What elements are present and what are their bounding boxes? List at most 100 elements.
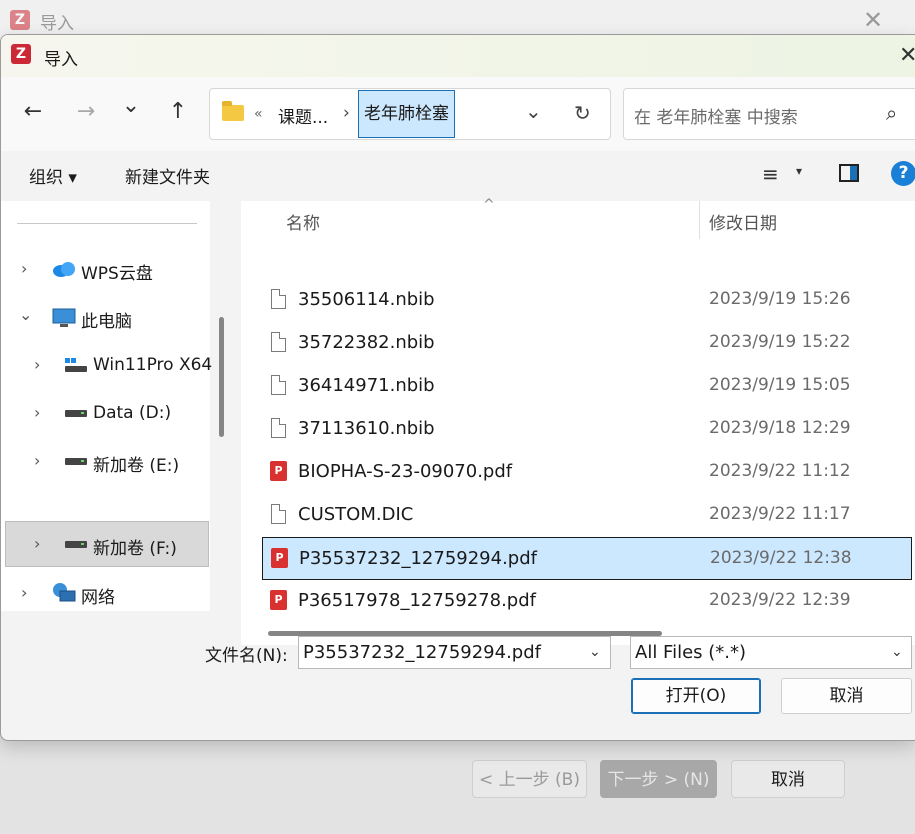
chevron-right-icon[interactable]: › [34, 451, 40, 470]
sort-ascending-icon: ^ [483, 197, 495, 213]
file-type-chevron-icon[interactable]: ⌄ [891, 637, 903, 668]
back-arrow-icon[interactable]: ← [18, 99, 48, 124]
wizard-next-button[interactable]: 下一步 > (N) [600, 760, 717, 798]
help-icon[interactable]: ? [891, 161, 915, 186]
recent-locations-chevron-icon[interactable]: ⌄ [116, 93, 146, 118]
pdf-icon: P [271, 548, 288, 568]
sidebar-item-network[interactable]: › 网络 [1, 571, 210, 617]
drive-icon [65, 458, 87, 465]
background-close-icon[interactable]: ✕ [858, 6, 888, 34]
drive-icon [65, 410, 87, 417]
forward-arrow-icon[interactable]: → [71, 99, 101, 124]
file-name: 35722382.nbib [298, 332, 435, 353]
file-row[interactable]: P BIOPHA-S-23-09070.pdf 2023/9/22 11:12 [241, 451, 915, 494]
zotero-logo-icon: Z [11, 44, 31, 64]
organize-menu-button[interactable]: 组织 ▾ [29, 163, 77, 188]
sidebar-item-label: 新加卷 (F:) [93, 539, 177, 559]
column-header-date-modified[interactable]: 修改日期 [709, 209, 777, 234]
chevron-down-icon[interactable]: ⌄ [19, 305, 32, 324]
nav-divider [17, 223, 197, 224]
address-dropdown-chevron-icon[interactable]: ⌄ [525, 99, 542, 123]
sidebar-item-wps-cloud[interactable]: › WPS云盘 [1, 247, 210, 293]
sidebar-item-label: 网络 [81, 588, 115, 608]
navigation-pane: › WPS云盘 ⌄ 此电脑 › Win11Pro X64 › Data (D:)… [1, 201, 213, 611]
file-list-pane: ^ 名称 修改日期 35506114.nbib 2023/9/19 15:26 … [241, 197, 915, 645]
chevron-right-icon[interactable]: › [34, 355, 40, 374]
chevron-right-icon[interactable]: › [34, 403, 40, 422]
file-type-select[interactable]: All Files (*.*) ⌄ [630, 636, 912, 669]
file-date: 2023/9/19 15:05 [709, 375, 851, 395]
sidebar-item-label: 新加卷 (E:) [93, 456, 180, 476]
zotero-logo-icon: Z [10, 10, 30, 30]
system-drive-icon [65, 358, 87, 372]
file-date: 2023/9/22 11:17 [709, 504, 851, 524]
sidebar-item-label: Win11Pro X64 [93, 355, 213, 375]
address-bar[interactable]: « 课题... › 老年肺栓塞 ⌄ ↻ [209, 88, 611, 140]
file-date: 2023/9/19 15:26 [709, 289, 851, 309]
file-type-value: All Files (*.*) [635, 642, 747, 663]
sidebar-item-label: Data (D:) [93, 403, 172, 423]
breadcrumb-separator[interactable]: › [343, 103, 350, 123]
document-icon [271, 289, 286, 309]
sidebar-item-volume-e[interactable]: › 新加卷 (E:) [1, 439, 210, 485]
pdf-icon: P [270, 461, 287, 481]
breadcrumb-overflow[interactable]: « [254, 106, 263, 122]
drive-icon [65, 541, 87, 548]
network-icon [53, 583, 76, 602]
column-divider[interactable] [699, 201, 700, 239]
open-button[interactable]: 打开(O) [631, 678, 761, 714]
cloud-icon [53, 262, 75, 277]
folder-icon [222, 101, 244, 121]
computer-icon [52, 308, 76, 327]
dialog-titlebar: Z 导入 ✕ [1, 35, 915, 77]
sidebar-item-this-pc[interactable]: ⌄ 此电脑 [1, 295, 210, 341]
file-name: CUSTOM.DIC [298, 504, 414, 525]
file-name: BIOPHA-S-23-09070.pdf [298, 461, 513, 482]
wizard-cancel-button[interactable]: 取消 [731, 760, 845, 798]
sidebar-item-data-d[interactable]: › Data (D:) [1, 391, 210, 437]
cancel-button[interactable]: 取消 [781, 678, 912, 714]
file-name: 35506114.nbib [298, 289, 435, 310]
sidebar-item-label: WPS云盘 [81, 264, 153, 284]
file-name: P36517978_12759278.pdf [298, 590, 536, 611]
file-name: 36414971.nbib [298, 375, 435, 396]
breadcrumb-current[interactable]: 老年肺栓塞 [358, 90, 455, 138]
document-icon [271, 418, 286, 438]
document-icon [271, 375, 286, 395]
preview-pane-icon[interactable] [839, 164, 859, 182]
chevron-right-icon[interactable]: › [34, 534, 40, 553]
search-icon[interactable]: ⌕ [886, 101, 897, 125]
file-row[interactable]: 35506114.nbib 2023/9/19 15:26 [241, 279, 915, 322]
wizard-back-button[interactable]: < 上一步 (B) [472, 760, 587, 798]
file-row[interactable]: P P36517978_12759278.pdf 2023/9/22 12:39 [241, 580, 915, 623]
column-header-name[interactable]: 名称 [286, 209, 320, 234]
file-row-selected[interactable]: P P35537232_12759294.pdf 2023/9/22 12:38 [262, 537, 912, 580]
navigation-scrollbar[interactable] [219, 317, 224, 437]
file-row[interactable]: 35722382.nbib 2023/9/19 15:22 [241, 322, 915, 365]
chevron-right-icon[interactable]: › [21, 259, 27, 278]
file-row[interactable]: 36414971.nbib 2023/9/19 15:05 [241, 365, 915, 408]
chevron-right-icon[interactable]: › [21, 583, 27, 602]
search-box[interactable]: 在 老年肺栓塞 中搜索 ⌕ [623, 88, 915, 140]
search-input[interactable]: 在 老年肺栓塞 中搜索 [634, 103, 798, 128]
breadcrumb-parent[interactable]: 课题... [278, 103, 328, 128]
up-arrow-icon[interactable]: ↑ [163, 99, 193, 124]
sidebar-item-label: 此电脑 [81, 312, 132, 332]
file-date: 2023/9/22 11:12 [709, 461, 851, 481]
filename-field[interactable]: P35537232_12759294.pdf ⌄ [298, 636, 611, 669]
command-bar: 组织 ▾ 新建文件夹 ≡ ▾ ? [1, 151, 915, 201]
file-row[interactable]: 37113610.nbib 2023/9/18 12:29 [241, 408, 915, 451]
file-date: 2023/9/22 12:38 [710, 548, 852, 568]
filename-dropdown-chevron-icon[interactable]: ⌄ [589, 637, 601, 668]
new-folder-button[interactable]: 新建文件夹 [125, 163, 210, 188]
view-options-icon[interactable]: ≡ [762, 162, 779, 186]
view-options-chevron-icon[interactable]: ▾ [796, 164, 802, 178]
file-open-dialog: Z 导入 ✕ ← → ⌄ ↑ « 课题... › 老年肺栓塞 ⌄ ↻ 在 老年肺… [0, 34, 915, 741]
dialog-close-icon[interactable]: ✕ [899, 43, 915, 68]
sidebar-item-win11pro[interactable]: › Win11Pro X64 [1, 343, 213, 389]
file-row[interactable]: CUSTOM.DIC 2023/9/22 11:17 [241, 494, 915, 537]
sidebar-item-volume-f[interactable]: › 新加卷 (F:) [5, 521, 209, 567]
filename-value: P35537232_12759294.pdf [303, 642, 541, 663]
file-date: 2023/9/18 12:29 [709, 418, 851, 438]
refresh-icon[interactable]: ↻ [574, 101, 591, 125]
